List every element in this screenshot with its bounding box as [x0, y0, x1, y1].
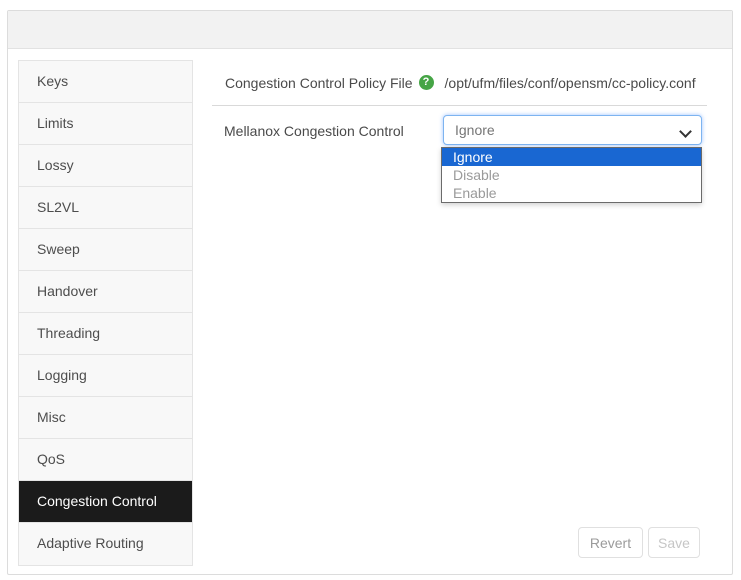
panel-header — [8, 11, 732, 49]
policy-file-row: Congestion Control Policy File ? /opt/uf… — [225, 60, 696, 105]
congestion-control-dropdown: Ignore Disable Enable — [441, 147, 702, 203]
sidebar-item-limits[interactable]: Limits — [19, 103, 192, 145]
option-enable[interactable]: Enable — [442, 184, 701, 202]
sidebar-item-lossy[interactable]: Lossy — [19, 145, 192, 187]
policy-file-label: Congestion Control Policy File — [225, 75, 413, 91]
selected-option-text: Ignore — [455, 122, 495, 138]
settings-sidebar: Keys Limits Lossy SL2VL Sweep Handover T… — [18, 60, 193, 566]
sidebar-item-sweep[interactable]: Sweep — [19, 229, 192, 271]
sidebar-item-adaptive-routing[interactable]: Adaptive Routing — [19, 523, 192, 565]
sidebar-item-misc[interactable]: Misc — [19, 397, 192, 439]
sidebar-item-congestion-control[interactable]: Congestion Control — [19, 481, 192, 523]
sidebar-item-keys[interactable]: Keys — [19, 61, 192, 103]
sidebar-item-threading[interactable]: Threading — [19, 313, 192, 355]
save-button[interactable]: Save — [648, 527, 700, 558]
settings-page: Keys Limits Lossy SL2VL Sweep Handover T… — [0, 0, 741, 580]
revert-button[interactable]: Revert — [578, 527, 643, 558]
option-disable[interactable]: Disable — [442, 166, 701, 184]
sidebar-item-logging[interactable]: Logging — [19, 355, 192, 397]
help-icon[interactable]: ? — [419, 75, 434, 90]
congestion-control-label: Mellanox Congestion Control — [224, 123, 404, 139]
option-ignore[interactable]: Ignore — [442, 148, 701, 166]
sidebar-item-qos[interactable]: QoS — [19, 439, 192, 481]
row-divider — [212, 105, 707, 106]
sidebar-item-sl2vl[interactable]: SL2VL — [19, 187, 192, 229]
chevron-down-icon — [681, 125, 691, 135]
congestion-control-select[interactable]: Ignore — [443, 115, 702, 145]
sidebar-item-handover[interactable]: Handover — [19, 271, 192, 313]
policy-file-value: /opt/ufm/files/conf/opensm/cc-policy.con… — [445, 75, 696, 91]
